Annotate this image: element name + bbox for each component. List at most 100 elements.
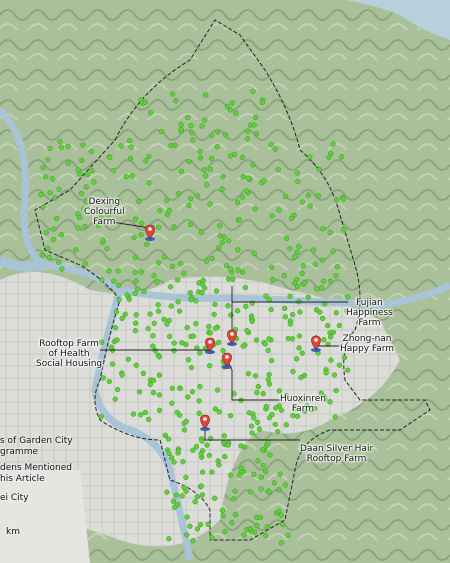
garden-dot — [333, 310, 339, 316]
garden-dot — [132, 328, 139, 334]
farm-label-line: Daan Silver Hair — [300, 444, 374, 454]
garden-dot — [248, 423, 255, 429]
garden-dot — [315, 193, 321, 199]
garden-dot — [203, 92, 209, 98]
garden-dot — [76, 214, 83, 221]
legend-line: ei City — [0, 493, 29, 503]
garden-dot — [99, 277, 105, 283]
garden-dot — [211, 311, 217, 318]
garden-dot — [215, 458, 221, 464]
garden-dot — [197, 383, 203, 390]
garden-dot — [244, 327, 250, 334]
garden-dot — [138, 232, 144, 238]
garden-dot — [213, 288, 220, 294]
garden-dot — [283, 235, 289, 242]
garden-dot — [193, 321, 199, 327]
garden-dot — [167, 284, 174, 290]
garden-dot — [220, 173, 226, 180]
garden-dot — [78, 190, 85, 197]
garden-dot — [169, 400, 175, 406]
garden-dot — [164, 489, 170, 495]
garden-dot — [170, 498, 177, 504]
farm-label-line: Social Housing — [36, 359, 103, 369]
garden-dot — [247, 526, 254, 532]
garden-dot — [184, 532, 190, 538]
farm-label-rooftop-health[interactable]: Rooftop Farm of Health Social Housing — [36, 339, 102, 369]
garden-dot — [133, 278, 139, 284]
pin-hole — [314, 338, 318, 342]
farm-label-fujian[interactable]: Fujian Happiness Farm — [346, 298, 393, 328]
garden-dot — [251, 415, 257, 421]
garden-dot — [187, 221, 194, 228]
garden-dot — [341, 354, 348, 361]
garden-dot — [168, 455, 175, 461]
garden-dot — [336, 362, 343, 368]
garden-dot — [282, 193, 289, 199]
garden-dot — [297, 309, 303, 315]
garden-dot — [88, 148, 94, 155]
garden-dot — [112, 396, 118, 402]
garden-dot — [272, 146, 278, 152]
farm-label-huoxinren[interactable]: Huoxinren Farm — [280, 394, 326, 414]
garden-dot — [246, 175, 252, 181]
garden-dot — [328, 150, 334, 157]
garden-dot — [118, 143, 124, 149]
garden-dot — [254, 419, 261, 425]
garden-dot — [225, 303, 231, 309]
farm-label-zhongnan[interactable]: Zhong-nan Happy Farm — [340, 334, 394, 354]
garden-dot — [295, 178, 301, 185]
garden-dot — [314, 286, 320, 292]
garden-dot — [208, 132, 215, 139]
garden-dot — [126, 296, 133, 302]
farm-label-daan[interactable]: Daan Silver Hair Rooftop Farm — [300, 444, 373, 464]
garden-dot — [190, 333, 197, 339]
garden-dot — [204, 442, 210, 448]
garden-dot — [250, 88, 256, 95]
garden-dot — [219, 507, 226, 513]
garden-dot — [151, 273, 157, 279]
garden-dot — [113, 309, 120, 315]
garden-dot — [214, 144, 220, 150]
garden-dot — [242, 284, 249, 291]
garden-dot — [150, 333, 156, 339]
garden-dot — [328, 357, 334, 363]
garden-dot — [146, 180, 152, 186]
garden-dot — [178, 260, 184, 267]
garden-dot — [220, 513, 226, 519]
garden-dot — [258, 486, 264, 492]
garden-dot — [187, 195, 194, 202]
garden-dot — [338, 154, 345, 160]
garden-dot — [232, 488, 238, 494]
farm-marker-huoxinren[interactable] — [222, 352, 232, 369]
farm-marker-daan[interactable] — [200, 414, 210, 431]
garden-dot — [150, 343, 156, 349]
garden-dot — [65, 160, 71, 166]
garden-dot — [263, 293, 269, 299]
garden-dot — [212, 301, 218, 308]
garden-dot — [139, 220, 145, 226]
garden-dot — [270, 276, 276, 282]
garden-dot — [317, 309, 323, 315]
garden-dot — [238, 465, 245, 471]
garden-dot — [310, 247, 317, 253]
farm-label-line: Happiness — [346, 308, 393, 318]
garden-dot — [56, 186, 62, 192]
garden-dot — [130, 411, 137, 417]
garden-dot — [207, 166, 214, 172]
garden-dot — [332, 414, 338, 420]
farm-marker-rooftop-health[interactable] — [205, 337, 215, 354]
garden-dot — [272, 421, 278, 428]
farm-marker-fujian[interactable] — [227, 329, 237, 346]
farm-label-dexing[interactable]: Dexing Colourful Farm — [84, 197, 125, 227]
pin-hole — [203, 417, 207, 421]
garden-dot — [251, 250, 257, 257]
garden-dot — [203, 182, 210, 188]
farm-marker-dexing[interactable] — [145, 224, 155, 241]
farm-marker-zhongnan[interactable] — [311, 335, 321, 352]
garden-dot — [185, 394, 191, 400]
garden-dot — [55, 259, 62, 265]
garden-dot — [189, 129, 195, 136]
garden-dot — [181, 484, 187, 491]
garden-dot — [190, 447, 196, 453]
map-view[interactable]: Dexing Colourful Farm Fujian Happiness F… — [0, 0, 450, 563]
